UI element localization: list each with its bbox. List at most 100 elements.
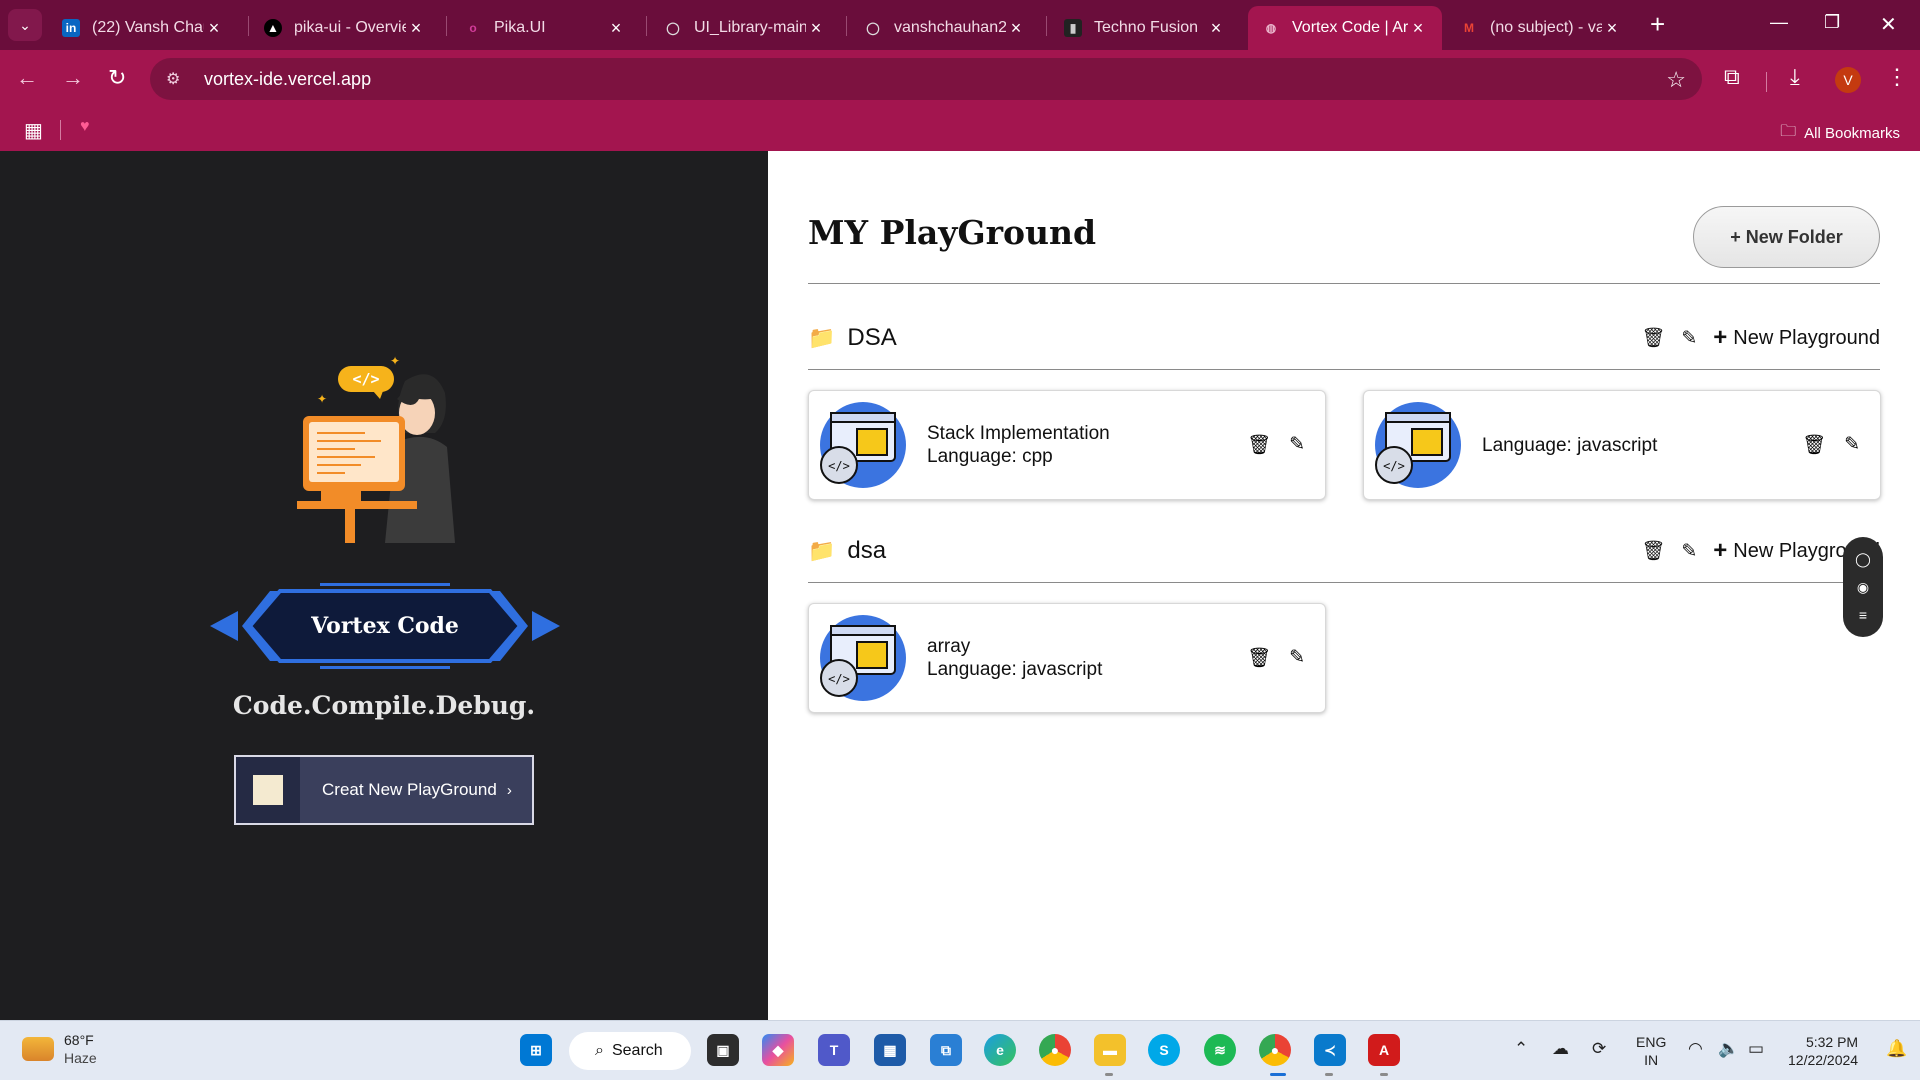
heart-bookmark-icon[interactable]: ♥ xyxy=(80,118,90,136)
playground-card[interactable]: </> Language: javascript 🗑 ✎ xyxy=(1363,390,1881,500)
new-folder-button[interactable]: + New Folder xyxy=(1693,206,1880,268)
delete-playground-icon[interactable]: 🗑 xyxy=(1247,433,1271,457)
delete-folder-icon[interactable]: 🗑 xyxy=(1641,326,1665,350)
plus-icon: + xyxy=(1713,537,1728,564)
running-indicator xyxy=(1380,1073,1388,1076)
tab-linkedin[interactable]: in (22) Vansh Chauh × xyxy=(48,6,238,50)
volume-icon[interactable]: 🔈 xyxy=(1718,1039,1739,1059)
copilot-icon[interactable]: ◆ xyxy=(762,1034,794,1066)
forward-arrow-icon[interactable]: → xyxy=(62,65,84,91)
show-hidden-icons-chevron[interactable]: ⌃ xyxy=(1514,1039,1528,1059)
new-playground-label: New Playground xyxy=(1733,326,1880,349)
list-icon[interactable]: ≡ xyxy=(1859,607,1867,623)
create-new-playground-button[interactable]: Creat New PlayGround › xyxy=(234,755,534,825)
new-tab-button[interactable]: + xyxy=(1650,10,1665,38)
folder-icon: 🗀 xyxy=(1780,123,1797,140)
edit-folder-icon[interactable]: ✎ xyxy=(1681,540,1697,563)
tab-vortex-code[interactable]: ◍ Vortex Code | Ar × xyxy=(1248,6,1442,50)
delete-playground-icon[interactable]: 🗑 xyxy=(1247,646,1271,670)
notifications-icon[interactable]: 🔔 xyxy=(1886,1039,1907,1059)
clock-time: 5:32 PM xyxy=(1805,1034,1859,1050)
tab-pika-ui[interactable]: o Pika.UI × xyxy=(450,6,640,50)
tab-pika-ui-overview[interactable]: ▲ pika-ui - Overvie × xyxy=(250,6,440,50)
tab-ui-library[interactable]: ◯ UI_Library-main/ × xyxy=(650,6,840,50)
playground-title: array xyxy=(927,636,971,657)
reload-icon[interactable]: ↻ xyxy=(108,65,126,91)
browser-tab-bar: ⌄ in (22) Vansh Chauh × ▲ pika-ui - Over… xyxy=(0,0,1920,50)
edit-playground-icon[interactable]: ✎ xyxy=(1289,433,1305,457)
onedrive-cloud-icon[interactable]: ☁ xyxy=(1552,1039,1569,1059)
folder-header-dsa: 📁 DSA 🗑 ✎ + New Playground xyxy=(808,318,1880,358)
new-playground-button[interactable]: + New Playground xyxy=(1713,324,1880,352)
edit-playground-icon[interactable]: ✎ xyxy=(1289,646,1305,670)
windows-start-icon[interactable]: ⊞ xyxy=(520,1034,552,1066)
close-tab-icon[interactable]: × xyxy=(1006,18,1026,39)
tab-title: (no subject) - var xyxy=(1490,19,1602,36)
close-window-icon[interactable]: ✕ xyxy=(1880,12,1897,37)
playground-panel: MY PlayGround + New Folder 📁 DSA 🗑 ✎ + Ne… xyxy=(768,151,1920,1020)
spotify-icon[interactable]: ≋ xyxy=(1204,1034,1236,1066)
address-bar[interactable]: ⚙ vortex-ide.vercel.app ☆ xyxy=(150,58,1702,100)
toolbar-divider xyxy=(1766,72,1767,92)
acrobat-icon[interactable]: A xyxy=(1368,1034,1400,1066)
wifi-icon[interactable]: ◠ xyxy=(1688,1039,1703,1059)
extensions-icon[interactable]: ⧉ xyxy=(1724,64,1740,90)
download-icon[interactable]: ⤓ xyxy=(1790,64,1800,90)
tab-gmail[interactable]: M (no subject) - var × xyxy=(1446,6,1636,50)
chrome-icon[interactable]: ● xyxy=(1039,1034,1071,1066)
delete-folder-icon[interactable]: 🗑 xyxy=(1641,539,1665,563)
edit-playground-icon[interactable]: ✎ xyxy=(1844,433,1860,457)
plus-icon: + xyxy=(1713,324,1728,351)
close-tab-icon[interactable]: × xyxy=(1206,18,1226,39)
task-view-icon[interactable]: ▣ xyxy=(707,1034,739,1066)
weather-widget[interactable]: 68°F Haze xyxy=(22,1031,97,1067)
close-tab-icon[interactable]: × xyxy=(806,18,826,39)
battery-icon[interactable]: ▭ xyxy=(1748,1039,1764,1059)
close-tab-icon[interactable]: × xyxy=(606,18,626,39)
sync-icon[interactable]: ⟳ xyxy=(1592,1039,1606,1059)
skype-icon[interactable]: S xyxy=(1148,1034,1180,1066)
input-language[interactable]: ENG IN xyxy=(1636,1033,1666,1069)
running-indicator xyxy=(1325,1073,1333,1076)
back-arrow-icon[interactable]: ← xyxy=(16,65,38,91)
chat-icon[interactable]: ◯ xyxy=(1855,551,1871,568)
vscode-icon[interactable]: ≺ xyxy=(1314,1034,1346,1066)
vortex-code-logo: Vortex Code xyxy=(210,571,560,681)
taskbar-search[interactable]: ⌕ Search xyxy=(569,1032,691,1070)
chrome-profile-icon[interactable]: ● xyxy=(1259,1034,1291,1066)
close-tab-icon[interactable]: × xyxy=(204,18,224,39)
playground-card[interactable]: </> array Language: javascript 🗑 ✎ xyxy=(808,603,1326,713)
browser-menu-icon[interactable]: ⋮ xyxy=(1886,64,1908,90)
minimize-icon[interactable]: — xyxy=(1770,12,1788,33)
remote-desktop-icon[interactable]: ⧉ xyxy=(930,1034,962,1066)
github-icon: ◯ xyxy=(866,21,880,35)
title-divider xyxy=(808,283,1880,284)
globe-icon: ◍ xyxy=(1265,21,1277,35)
close-tab-icon[interactable]: × xyxy=(406,18,426,39)
eye-icon[interactable]: ◉ xyxy=(1857,579,1869,596)
tab-search-button[interactable]: ⌄ xyxy=(8,9,42,41)
playground-card[interactable]: </> Stack Implementation Language: cpp 🗑… xyxy=(808,390,1326,500)
teams-icon[interactable]: T xyxy=(818,1034,850,1066)
all-bookmarks-button[interactable]: 🗀 All Bookmarks xyxy=(1780,120,1900,147)
apps-grid-icon[interactable]: ▦ xyxy=(24,118,43,143)
folder-icon: 📁 xyxy=(808,325,836,350)
close-tab-icon[interactable]: × xyxy=(1408,18,1428,39)
left-hero-panel: </> ✦ ✦ Vortex Code Code.Compile.Debug. … xyxy=(0,151,768,1020)
language-code: ENG xyxy=(1636,1034,1667,1050)
github-icon: ◯ xyxy=(666,21,680,35)
tab-github-profile[interactable]: ◯ vanshchauhan21 × xyxy=(850,6,1040,50)
site-settings-icon[interactable]: ⚙ xyxy=(166,69,186,89)
bookmark-star-icon[interactable]: ☆ xyxy=(1666,67,1686,93)
tab-techno-fusion[interactable]: ▮ Techno Fusion × xyxy=(1050,6,1240,50)
file-explorer-icon[interactable]: ▬ xyxy=(1094,1034,1126,1066)
close-tab-icon[interactable]: × xyxy=(1602,18,1622,39)
microsoft-store-icon[interactable]: ▦ xyxy=(874,1034,906,1066)
edge-icon[interactable]: e xyxy=(984,1034,1016,1066)
delete-playground-icon[interactable]: 🗑 xyxy=(1802,433,1826,457)
profile-avatar[interactable]: V xyxy=(1835,67,1861,93)
system-clock[interactable]: 5:32 PM 12/22/2024 xyxy=(1788,1033,1858,1069)
edit-folder-icon[interactable]: ✎ xyxy=(1681,327,1697,350)
chevron-down-icon: ⌄ xyxy=(19,16,31,33)
restore-icon[interactable]: ❐ xyxy=(1824,12,1840,33)
